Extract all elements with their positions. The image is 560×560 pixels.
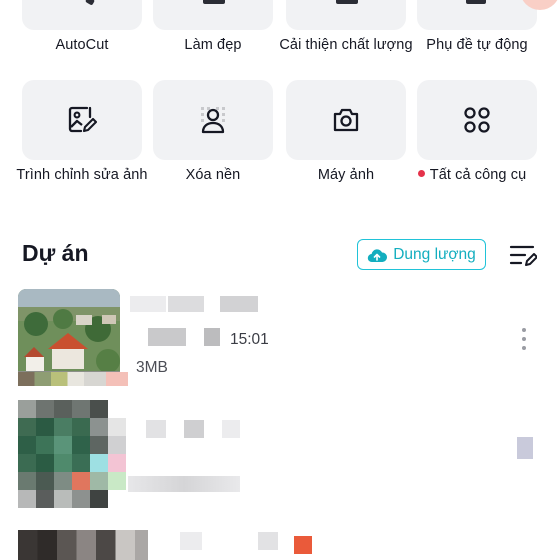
new-badge-dot <box>417 170 425 177</box>
tool-auto-captions[interactable] <box>417 0 537 30</box>
tool-label-photo-editor: Trình chỉnh sửa ảnh <box>16 167 148 183</box>
more-dot <box>522 328 526 332</box>
project-thumbnail-2[interactable] <box>18 400 130 512</box>
project-thumbnail-3[interactable] <box>18 530 148 560</box>
project-size: 3MB <box>136 359 168 376</box>
manage-projects-icon[interactable] <box>509 243 537 269</box>
tool-label-all-tools: Tất cả công cụ <box>412 167 532 183</box>
photo-edit-icon <box>68 106 97 133</box>
project-thumbnail-image <box>18 289 120 384</box>
project-time: 15:01 <box>230 331 269 348</box>
more-dot <box>522 346 526 350</box>
project-3-name-redacted <box>258 532 278 550</box>
thumbnail-strip-1 <box>18 372 128 386</box>
tool-enhance-quality[interactable] <box>286 0 406 30</box>
project-name-redacted <box>220 296 258 312</box>
tool-all-tools[interactable] <box>417 80 537 160</box>
project-2-name-redacted <box>146 420 166 438</box>
enhance-icon <box>336 0 358 4</box>
project-2-name-redacted <box>222 420 240 438</box>
project-2-side-redacted <box>517 437 533 459</box>
tool-label-beauty: Làm đẹp <box>184 37 242 53</box>
tool-camera[interactable] <box>286 80 406 160</box>
camera-icon <box>333 108 359 132</box>
tool-label-enhance-quality: Cải thiện chất lượng <box>279 37 413 53</box>
all-tools-label-text: Tất cả công cụ <box>429 167 527 183</box>
remove-background-icon <box>201 107 225 134</box>
project-3-badge-redacted <box>294 536 312 554</box>
tool-remove-background[interactable] <box>153 80 273 160</box>
storage-button-label: Dung lượng <box>393 245 476 263</box>
cloud-upload-icon <box>368 248 388 262</box>
project-more-button[interactable] <box>516 326 532 352</box>
project-name-redacted <box>130 296 166 312</box>
project-2-name-redacted <box>184 420 204 438</box>
tool-beauty[interactable] <box>153 0 273 30</box>
all-tools-icon <box>464 107 490 133</box>
project-thumbnail[interactable] <box>18 289 120 384</box>
tool-label-auto-captions: Phụ đề tự động <box>426 37 528 53</box>
tool-label-camera: Máy ảnh <box>317 167 375 183</box>
project-2-meta-redacted <box>128 476 240 492</box>
beauty-icon <box>203 0 225 4</box>
project-3-name-redacted <box>180 532 202 550</box>
project-date-redacted <box>204 328 220 346</box>
tool-autocut[interactable] <box>22 0 142 30</box>
tool-label-autocut: AutoCut <box>55 37 109 53</box>
tool-label-remove-background: Xóa nền <box>185 167 241 183</box>
more-dot <box>522 337 526 341</box>
tool-photo-editor[interactable] <box>22 80 142 160</box>
captions-icon <box>466 0 486 4</box>
projects-title: Dự án <box>22 240 89 266</box>
project-name-redacted <box>168 296 204 312</box>
project-date-redacted <box>148 328 186 346</box>
storage-button[interactable]: Dung lượng <box>357 239 486 270</box>
